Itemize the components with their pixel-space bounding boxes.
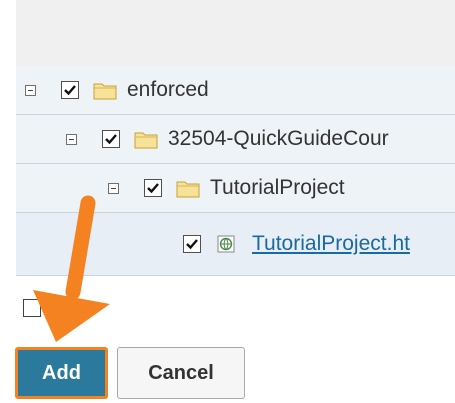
folder-icon: [93, 83, 117, 100]
row-checkbox-tutorialproject[interactable]: [144, 179, 162, 197]
checkmark-icon: [105, 134, 117, 145]
checkmark-icon: [64, 85, 76, 96]
collapse-icon[interactable]: [66, 134, 77, 145]
web-page-icon: [217, 235, 235, 253]
row-label-enforced: enforced: [127, 78, 209, 101]
row-label-tutorialproject: TutorialProject: [210, 176, 345, 199]
tree-row-tutorialproject-file: TutorialProject.ht: [16, 213, 455, 276]
tree-row-quickguide: 32504-QuickGuideCour: [16, 115, 455, 164]
collapse-icon[interactable]: [108, 183, 119, 194]
add-button[interactable]: Add: [15, 347, 108, 399]
row-checkbox-tutorialproject-file[interactable]: [183, 235, 201, 253]
file-link-tutorialproject[interactable]: TutorialProject.ht: [252, 232, 410, 256]
checkmark-icon: [147, 183, 159, 194]
row-label-quickguide: 32504-QuickGuideCour: [168, 127, 389, 150]
table-header: [16, 0, 455, 67]
collapse-icon[interactable]: [25, 85, 36, 96]
select-all-checkbox[interactable]: [23, 299, 41, 317]
tree-row-enforced: enforced: [16, 66, 455, 115]
row-checkbox-enforced[interactable]: [61, 81, 79, 99]
tree-row-tutorialproject: TutorialProject: [16, 164, 455, 213]
folder-icon: [134, 132, 158, 149]
cancel-button[interactable]: Cancel: [117, 347, 245, 399]
folder-icon: [176, 181, 200, 198]
row-checkbox-quickguide[interactable]: [102, 130, 120, 148]
checkmark-icon: [186, 239, 198, 250]
